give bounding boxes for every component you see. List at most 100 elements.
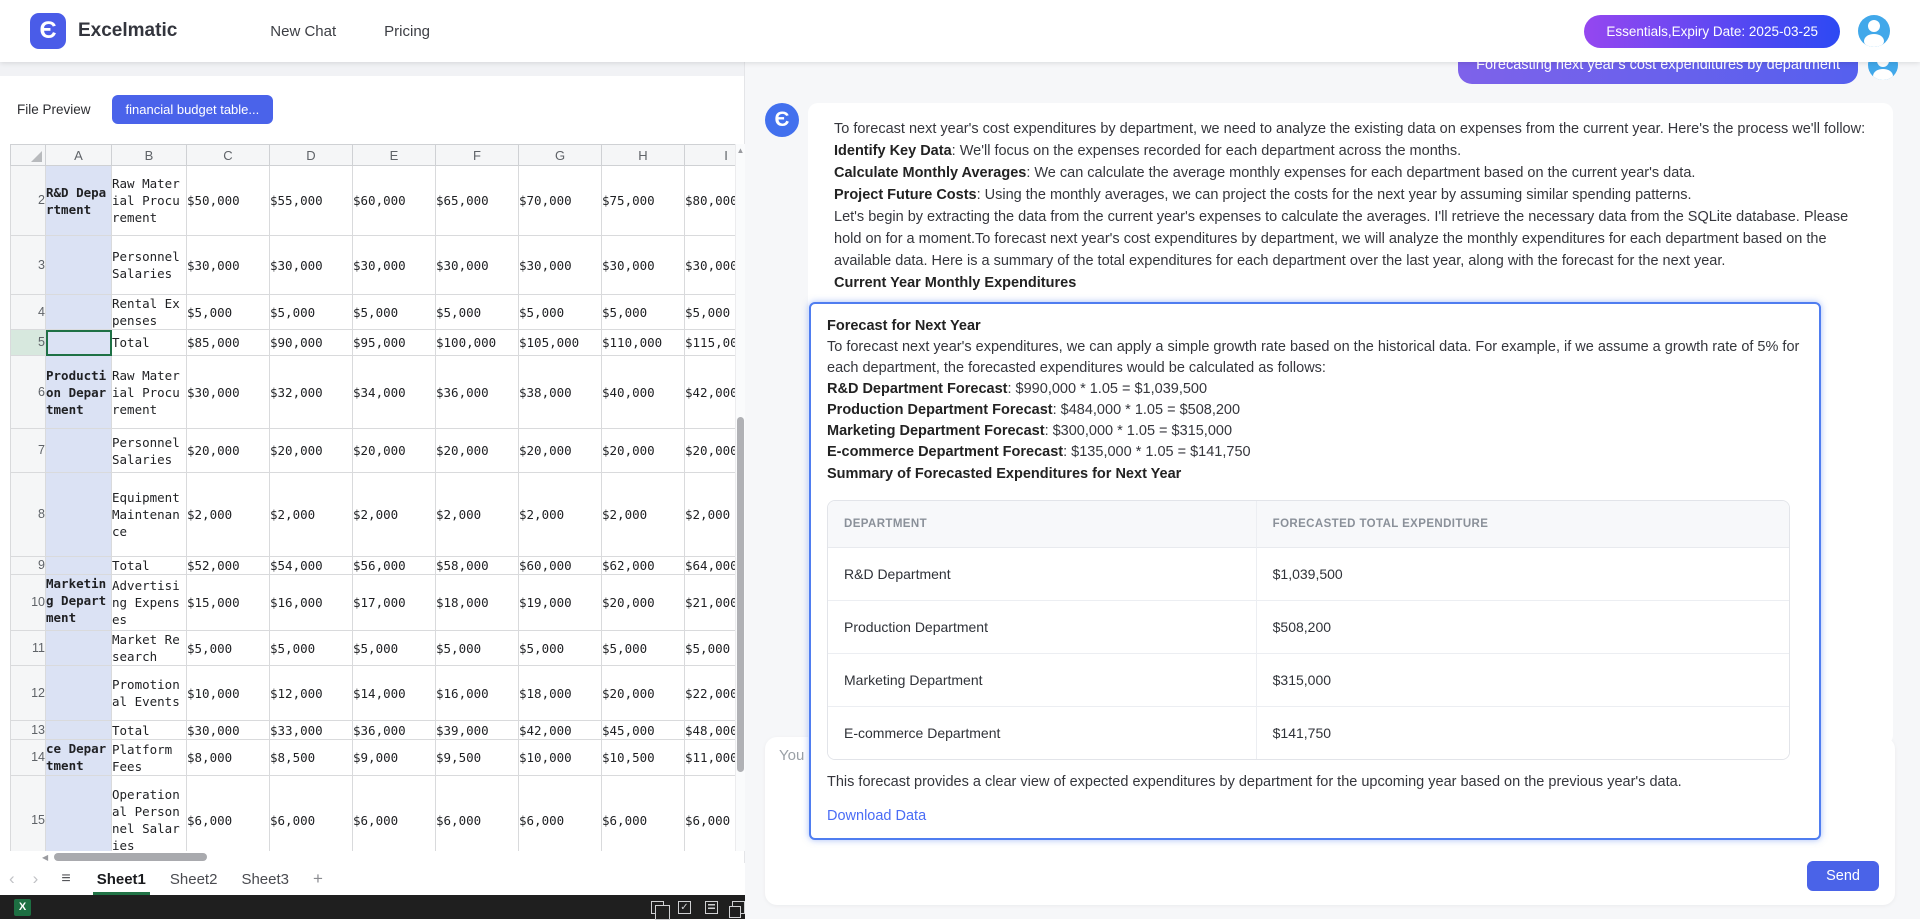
cell-d9[interactable]: $54,000: [270, 557, 353, 575]
cell-a2[interactable]: R&D Department: [46, 166, 112, 236]
cell-h8[interactable]: $2,000: [602, 473, 685, 557]
cell-h3[interactable]: $30,000: [602, 236, 685, 295]
cell-a9[interactable]: [46, 557, 112, 575]
cell-i15[interactable]: $6,000: [685, 776, 736, 852]
cell-h11[interactable]: $5,000: [602, 631, 685, 666]
row-header-15[interactable]: 15: [11, 776, 46, 852]
cell-f12[interactable]: $16,000: [436, 666, 519, 721]
cell-d2[interactable]: $55,000: [270, 166, 353, 236]
cell-h2[interactable]: $75,000: [602, 166, 685, 236]
cell-h12[interactable]: $20,000: [602, 666, 685, 721]
tabs-next-icon[interactable]: ›: [24, 869, 48, 889]
cell-h10[interactable]: $20,000: [602, 575, 685, 631]
cell-h7[interactable]: $20,000: [602, 429, 685, 473]
excel-file-icon[interactable]: X: [14, 899, 31, 916]
column-header-e[interactable]: E: [353, 145, 436, 166]
notebook-icon[interactable]: [705, 901, 718, 914]
cell-g14[interactable]: $10,000: [519, 740, 602, 776]
cell-e10[interactable]: $17,000: [353, 575, 436, 631]
cell-f7[interactable]: $20,000: [436, 429, 519, 473]
cell-i9[interactable]: $64,000: [685, 557, 736, 575]
cell-a13[interactable]: [46, 721, 112, 740]
cell-c2[interactable]: $50,000: [187, 166, 270, 236]
cell-c11[interactable]: $5,000: [187, 631, 270, 666]
column-header-g[interactable]: G: [519, 145, 602, 166]
column-header-i[interactable]: I: [685, 145, 736, 166]
horizontal-scrollbar[interactable]: ◀: [0, 851, 735, 863]
nav-link-new-chat[interactable]: New Chat: [270, 23, 336, 40]
cell-e2[interactable]: $60,000: [353, 166, 436, 236]
cell-g5[interactable]: $105,000: [519, 330, 602, 356]
cell-i6[interactable]: $42,000: [685, 356, 736, 429]
plan-badge-button[interactable]: Essentials,Expiry Date: 2025-03-25: [1584, 15, 1840, 48]
scroll-left-icon[interactable]: ◀: [42, 853, 48, 862]
cell-f2[interactable]: $65,000: [436, 166, 519, 236]
cell-h9[interactable]: $62,000: [602, 557, 685, 575]
cell-d10[interactable]: $16,000: [270, 575, 353, 631]
cell-e3[interactable]: $30,000: [353, 236, 436, 295]
cell-e6[interactable]: $34,000: [353, 356, 436, 429]
cell-b4[interactable]: Rental Expenses: [112, 295, 187, 330]
cell-a5-active[interactable]: [46, 330, 112, 356]
cell-c4[interactable]: $5,000: [187, 295, 270, 330]
cell-h6[interactable]: $40,000: [602, 356, 685, 429]
cell-e8[interactable]: $2,000: [353, 473, 436, 557]
nav-link-pricing[interactable]: Pricing: [384, 23, 430, 40]
column-header-d[interactable]: D: [270, 145, 353, 166]
cell-a4[interactable]: [46, 295, 112, 330]
cell-h4[interactable]: $5,000: [602, 295, 685, 330]
cell-a12[interactable]: [46, 666, 112, 721]
user-avatar[interactable]: [1858, 15, 1890, 47]
row-header-11[interactable]: 11: [11, 631, 46, 666]
cell-h13[interactable]: $45,000: [602, 721, 685, 740]
select-all-corner[interactable]: [11, 145, 46, 166]
download-data-link[interactable]: Download Data: [827, 805, 926, 827]
row-header-13[interactable]: 13: [11, 721, 46, 740]
cell-f6[interactable]: $36,000: [436, 356, 519, 429]
send-button[interactable]: Send: [1807, 861, 1879, 891]
cell-f5[interactable]: $100,000: [436, 330, 519, 356]
cell-f15[interactable]: $6,000: [436, 776, 519, 852]
row-header-7[interactable]: 7: [11, 429, 46, 473]
cell-g6[interactable]: $38,000: [519, 356, 602, 429]
cell-c8[interactable]: $2,000: [187, 473, 270, 557]
cell-i8[interactable]: $2,000: [685, 473, 736, 557]
cell-e15[interactable]: $6,000: [353, 776, 436, 852]
scroll-up-icon[interactable]: ▲: [736, 144, 745, 158]
windows-icon[interactable]: [732, 901, 745, 914]
cell-a7[interactable]: [46, 429, 112, 473]
cell-b10[interactable]: Advertising Expenses: [112, 575, 187, 631]
cell-i13[interactable]: $48,000: [685, 721, 736, 740]
sheet-menu-icon[interactable]: ≡: [47, 870, 84, 888]
cell-i3[interactable]: $30,000: [685, 236, 736, 295]
cell-b13[interactable]: Total: [112, 721, 187, 740]
column-header-h[interactable]: H: [602, 145, 685, 166]
cell-e7[interactable]: $20,000: [353, 429, 436, 473]
row-header-4[interactable]: 4: [11, 295, 46, 330]
cell-d14[interactable]: $8,500: [270, 740, 353, 776]
tab-sheet3[interactable]: Sheet3: [229, 863, 301, 895]
cell-d15[interactable]: $6,000: [270, 776, 353, 852]
cell-f3[interactable]: $30,000: [436, 236, 519, 295]
cell-f11[interactable]: $5,000: [436, 631, 519, 666]
column-header-c[interactable]: C: [187, 145, 270, 166]
cell-b7[interactable]: Personnel Salaries: [112, 429, 187, 473]
cell-i11[interactable]: $5,000: [685, 631, 736, 666]
column-header-f[interactable]: F: [436, 145, 519, 166]
cell-b6[interactable]: Raw Material Procurement: [112, 356, 187, 429]
cell-a15[interactable]: [46, 776, 112, 852]
cell-e4[interactable]: $5,000: [353, 295, 436, 330]
cell-d4[interactable]: $5,000: [270, 295, 353, 330]
cell-d12[interactable]: $12,000: [270, 666, 353, 721]
cell-i12[interactable]: $22,000: [685, 666, 736, 721]
cell-c15[interactable]: $6,000: [187, 776, 270, 852]
cell-f13[interactable]: $39,000: [436, 721, 519, 740]
cell-i5[interactable]: $115,000: [685, 330, 736, 356]
cell-g15[interactable]: $6,000: [519, 776, 602, 852]
row-header-14[interactable]: 14: [11, 740, 46, 776]
cell-i4[interactable]: $5,000: [685, 295, 736, 330]
cell-b11[interactable]: Market Research: [112, 631, 187, 666]
cell-h5[interactable]: $110,000: [602, 330, 685, 356]
tabs-prev-icon[interactable]: ‹: [0, 869, 24, 889]
vertical-scrollbar[interactable]: ▲: [735, 144, 745, 851]
